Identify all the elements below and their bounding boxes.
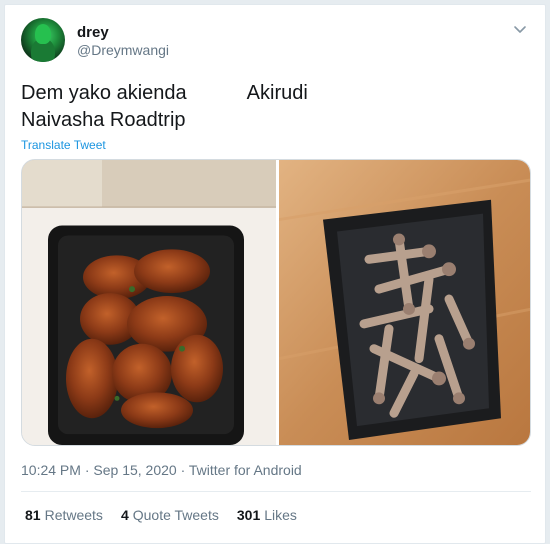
retweets-stat[interactable]: 81 Retweets <box>25 507 103 523</box>
tweet-time[interactable]: 10:24 PM <box>21 462 81 478</box>
tweet-card: drey @Dreymwangi Dem yako akienda Akirud… <box>4 4 546 544</box>
tweet-date[interactable]: Sep 15, 2020 <box>93 462 176 478</box>
translate-tweet-link[interactable]: Translate Tweet <box>21 138 106 152</box>
quote-tweets-stat[interactable]: 4 Quote Tweets <box>121 507 219 523</box>
retweets-label: Retweets <box>44 507 103 523</box>
author-handle[interactable]: @Dreymwangi <box>77 42 169 58</box>
tweet-text: Dem yako akienda Akirudi Naivasha Roadtr… <box>21 82 308 131</box>
author-name[interactable]: drey <box>77 24 109 41</box>
wings-full-photo[interactable] <box>22 160 276 445</box>
tweet-source[interactable]: Twitter for Android <box>189 462 302 478</box>
quotes-count: 4 <box>120 507 129 523</box>
profile-avatar[interactable] <box>21 18 65 62</box>
meta-separator: · <box>80 462 94 478</box>
tweet-media <box>21 159 531 446</box>
retweets-count: 81 <box>25 507 41 523</box>
likes-label: Likes <box>264 507 297 523</box>
likes-stat[interactable]: 301 Likes <box>237 507 297 523</box>
divider <box>21 491 531 492</box>
bones-empty-photo[interactable] <box>279 160 531 445</box>
quotes-label: Quote Tweets <box>132 507 219 523</box>
likes-count: 301 <box>236 507 261 523</box>
chevron-down-icon[interactable] <box>509 18 531 40</box>
tweet-meta: 10:24 PM · Sep 15, 2020 · Twitter for An… <box>21 462 302 478</box>
tweet-header: drey @Dreymwangi <box>21 18 531 68</box>
tweet-stats: 81 Retweets 4 Quote Tweets 301 Likes <box>25 507 297 523</box>
meta-separator: · <box>176 462 189 478</box>
